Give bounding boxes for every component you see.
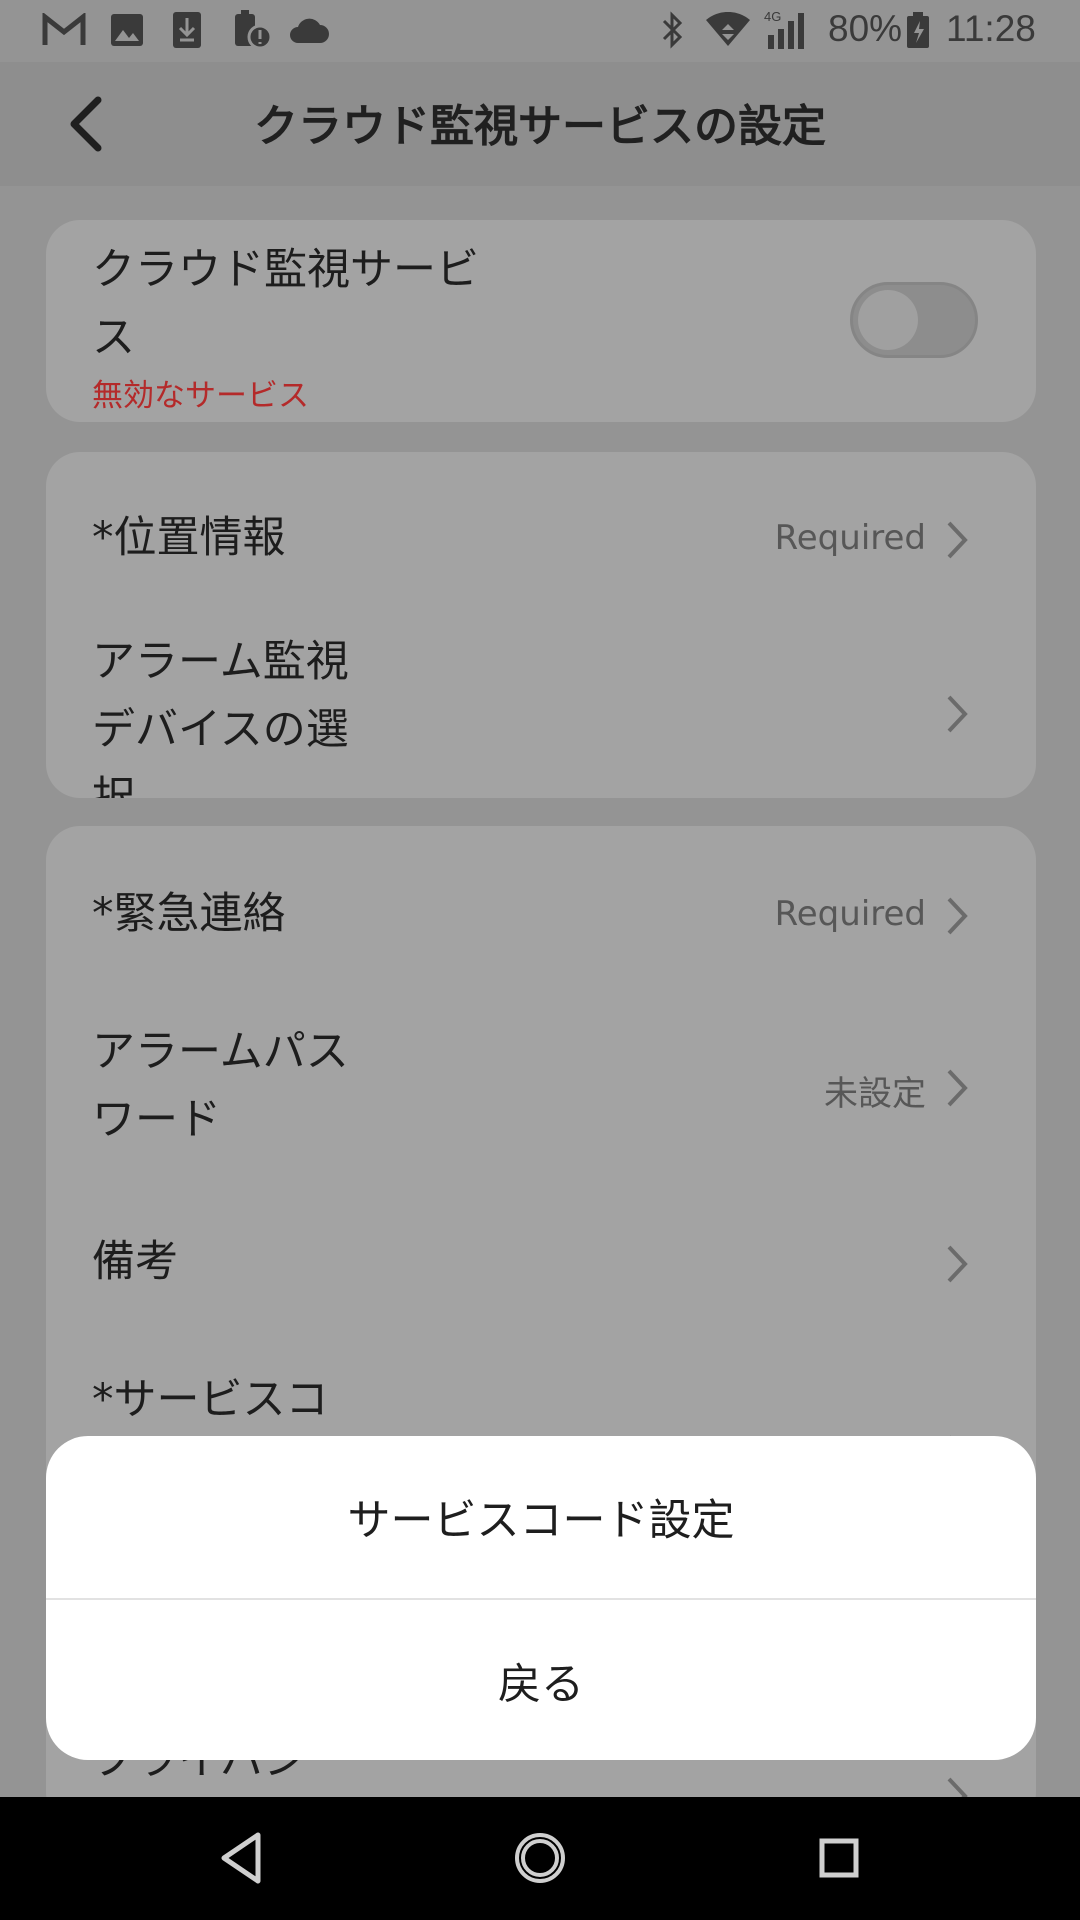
cloud-service-toggle[interactable] bbox=[850, 282, 978, 358]
alarm-device-label-line3: 択 bbox=[92, 773, 135, 798]
service-code-label: *サービスコ bbox=[92, 1375, 329, 1425]
nav-back-button[interactable] bbox=[206, 1825, 276, 1891]
alarm-device-label-line1: アラーム監視 bbox=[92, 637, 349, 687]
page-title: クラウド監視サービスの設定 bbox=[254, 101, 826, 152]
notes-row[interactable]: 備考 bbox=[46, 1176, 1036, 1350]
chevron-right-icon bbox=[947, 1245, 968, 1283]
navigation-bar bbox=[0, 1797, 1080, 1920]
bluetooth-icon bbox=[660, 10, 686, 50]
location-device-card: *位置情報 Required アラーム監視 デバイスの選 択 bbox=[46, 452, 1036, 798]
cloud-icon bbox=[288, 10, 330, 50]
square-recents-icon bbox=[819, 1838, 859, 1878]
signal-icon: 4G bbox=[762, 9, 812, 50]
toggle-knob bbox=[858, 290, 918, 350]
alarm-device-label-line2: デバイスの選 bbox=[92, 705, 349, 755]
nav-recents-button[interactable] bbox=[804, 1825, 874, 1891]
cloud-service-label-line2: ス bbox=[92, 313, 135, 363]
image-icon bbox=[110, 10, 144, 50]
alarm-password-label-line1: アラームパス bbox=[92, 1027, 349, 1077]
status-bar: 4G 80% 11:28 bbox=[0, 0, 1080, 62]
battery-icon bbox=[906, 10, 930, 50]
cloud-service-card: クラウド監視サービ ス 無効なサービス bbox=[46, 220, 1036, 422]
cloud-service-label-line1: クラウド監視サービ bbox=[92, 245, 479, 295]
download-icon bbox=[172, 10, 202, 50]
service-status-text: 無効なサービス bbox=[92, 378, 309, 414]
alarm-password-value: 未設定 bbox=[824, 1074, 926, 1114]
alarm-password-row[interactable]: アラームパス ワード 未設定 bbox=[46, 1002, 1036, 1176]
alarm-password-label-line2: ワード bbox=[92, 1095, 221, 1145]
alarm-device-row[interactable]: アラーム監視 デバイスの選 択 bbox=[46, 628, 1036, 798]
notes-label: 備考 bbox=[92, 1237, 178, 1287]
emergency-contact-value: Required bbox=[774, 894, 926, 934]
service-code-setting-option[interactable]: サービスコード設定 bbox=[46, 1436, 1036, 1598]
clock: 11:28 bbox=[946, 8, 1036, 49]
nav-home-button[interactable] bbox=[505, 1825, 575, 1891]
back-option[interactable]: 戻る bbox=[46, 1600, 1036, 1760]
emergency-contact-row[interactable]: *緊急連絡 Required bbox=[46, 826, 1036, 1002]
chevron-right-icon bbox=[947, 695, 968, 733]
circle-home-icon bbox=[515, 1833, 565, 1883]
triangle-back-icon bbox=[221, 1832, 261, 1884]
location-value: Required bbox=[774, 518, 926, 558]
bottom-sheet: サービスコード設定 戻る bbox=[46, 1436, 1036, 1760]
app-bar: クラウド監視サービスの設定 bbox=[0, 62, 1080, 186]
gmail-icon bbox=[42, 10, 86, 50]
chevron-right-icon bbox=[947, 1069, 968, 1107]
chevron-right-icon bbox=[947, 897, 968, 935]
wifi-icon bbox=[704, 10, 752, 50]
location-row[interactable]: *位置情報 Required bbox=[46, 452, 1036, 628]
battery-alert-icon bbox=[232, 10, 272, 50]
chevron-right-icon bbox=[947, 521, 968, 559]
network-type-label: 4G bbox=[764, 9, 781, 24]
emergency-contact-label: *緊急連絡 bbox=[92, 889, 286, 939]
location-label: *位置情報 bbox=[92, 513, 286, 563]
battery-percent: 80% bbox=[828, 8, 903, 49]
